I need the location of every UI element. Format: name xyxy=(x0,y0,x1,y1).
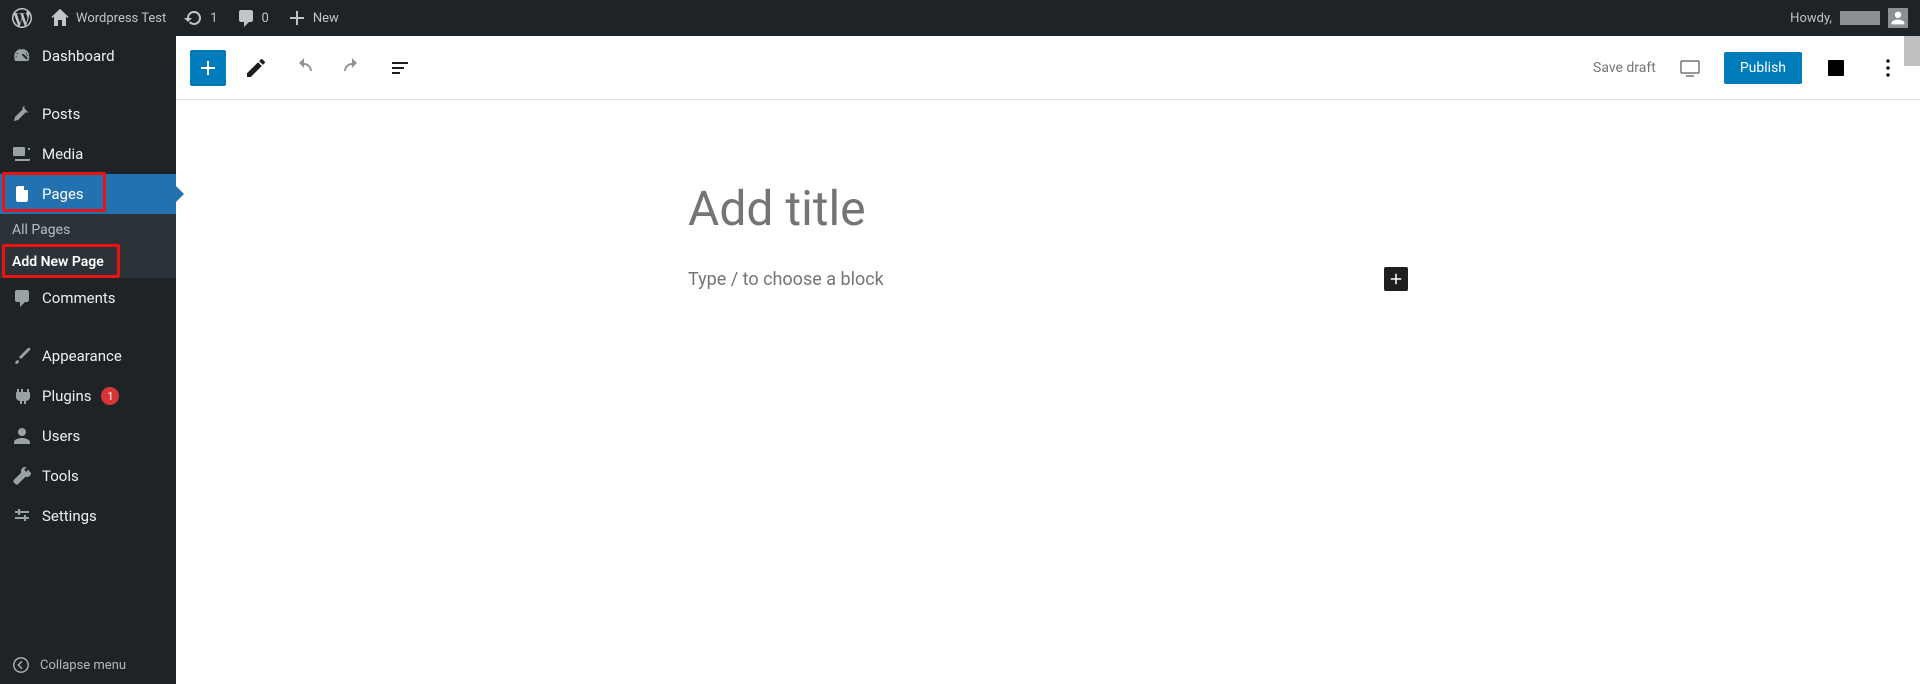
plus-icon xyxy=(1387,270,1405,288)
sidebar-item-plugins[interactable]: Plugins 1 xyxy=(0,376,176,416)
undo-button[interactable] xyxy=(286,50,322,86)
comment-icon xyxy=(236,8,256,28)
admin-sidebar: Dashboard Posts Media Pages All Pages Ad… xyxy=(0,36,176,684)
sidebar-item-appearance[interactable]: Appearance xyxy=(0,336,176,376)
sidebar-label: Users xyxy=(42,427,80,445)
media-icon xyxy=(12,144,32,164)
admin-bar-left: Wordpress Test 1 0 New xyxy=(12,8,339,28)
preview-button[interactable] xyxy=(1672,50,1708,86)
dashboard-icon xyxy=(12,46,32,66)
admin-bar: Wordpress Test 1 0 New Howdy, xyxy=(0,0,1920,36)
user-icon xyxy=(12,426,32,446)
document-overview-button[interactable] xyxy=(382,50,418,86)
collapse-icon xyxy=(12,656,30,674)
avatar xyxy=(1888,8,1908,28)
publish-button[interactable]: Publish xyxy=(1724,52,1802,84)
site-title: Wordpress Test xyxy=(76,11,166,26)
redo-button[interactable] xyxy=(334,50,370,86)
sidebar-label: Plugins xyxy=(42,387,91,405)
sidebar-item-settings[interactable]: Settings xyxy=(0,496,176,536)
wp-logo[interactable] xyxy=(12,8,32,28)
submenu-item-add-new-page[interactable]: Add New Page xyxy=(0,246,176,278)
sidebar-item-pages[interactable]: Pages xyxy=(0,174,176,214)
sidebar-item-tools[interactable]: Tools xyxy=(0,456,176,496)
brush-icon xyxy=(12,346,32,366)
inline-inserter-button[interactable] xyxy=(1384,267,1408,291)
default-block-appender[interactable]: Type / to choose a block xyxy=(688,269,884,290)
plus-icon xyxy=(287,8,307,28)
comment-icon xyxy=(12,288,32,308)
sidebar-label: Pages xyxy=(42,185,84,203)
comments-link[interactable]: 0 xyxy=(236,8,269,28)
user-icon xyxy=(1890,10,1906,26)
toolbar-left xyxy=(190,50,418,86)
sidebar-item-comments[interactable]: Comments xyxy=(0,278,176,318)
sidebar-label: Dashboard xyxy=(42,47,115,65)
sidebar-label: Settings xyxy=(42,507,97,525)
sidebar-label: Appearance xyxy=(42,347,122,365)
editor-canvas: Add title Type / to choose a block xyxy=(176,100,1920,684)
comments-count: 0 xyxy=(262,11,269,26)
wordpress-icon xyxy=(12,8,32,28)
settings-sidebar-toggle[interactable] xyxy=(1818,50,1854,86)
username-redacted xyxy=(1840,11,1880,25)
redo-icon xyxy=(340,56,364,80)
post-title-input[interactable]: Add title xyxy=(688,180,1408,237)
wrench-icon xyxy=(12,466,32,486)
undo-icon xyxy=(292,56,316,80)
plug-icon xyxy=(12,386,32,406)
greeting-text: Howdy, xyxy=(1790,11,1832,26)
editor-toolbar: Save draft Publish xyxy=(176,36,1920,100)
new-label: New xyxy=(313,11,339,26)
pages-submenu: All Pages Add New Page xyxy=(0,214,176,278)
block-inserter-button[interactable] xyxy=(190,50,226,86)
options-button[interactable] xyxy=(1870,50,1906,86)
sidebar-item-posts[interactable]: Posts xyxy=(0,94,176,134)
admin-bar-right[interactable]: Howdy, xyxy=(1790,8,1908,28)
sidebar-item-media[interactable]: Media xyxy=(0,134,176,174)
toolbar-right: Save draft Publish xyxy=(1593,50,1906,86)
save-draft-button[interactable]: Save draft xyxy=(1593,60,1656,76)
submenu-item-all-pages[interactable]: All Pages xyxy=(0,214,176,246)
updates-link[interactable]: 1 xyxy=(184,8,217,28)
list-icon xyxy=(388,56,412,80)
home-icon xyxy=(50,8,70,28)
collapse-label: Collapse menu xyxy=(40,658,126,673)
scrollbar[interactable] xyxy=(1904,36,1920,66)
pin-icon xyxy=(12,104,32,124)
kebab-icon xyxy=(1876,56,1900,80)
sidebar-item-users[interactable]: Users xyxy=(0,416,176,456)
desktop-icon xyxy=(1678,56,1702,80)
sidebar-label: Posts xyxy=(42,105,80,123)
plus-icon xyxy=(196,56,220,80)
pencil-icon xyxy=(244,56,268,80)
sidebar-label: Tools xyxy=(42,467,79,485)
new-link[interactable]: New xyxy=(287,8,339,28)
site-link[interactable]: Wordpress Test xyxy=(50,8,166,28)
sidebar-item-dashboard[interactable]: Dashboard xyxy=(0,36,176,76)
sidebar-label: Media xyxy=(42,145,83,163)
page-icon xyxy=(12,184,32,204)
sidebar-label: Comments xyxy=(42,289,116,307)
collapse-menu[interactable]: Collapse menu xyxy=(0,646,176,684)
plugins-badge: 1 xyxy=(101,387,119,405)
tools-button[interactable] xyxy=(238,50,274,86)
updates-count: 1 xyxy=(210,11,217,26)
refresh-icon xyxy=(184,8,204,28)
block-editor: Save draft Publish Add title Type / to c… xyxy=(176,36,1920,684)
sliders-icon xyxy=(12,506,32,526)
sidebar-icon xyxy=(1824,56,1848,80)
